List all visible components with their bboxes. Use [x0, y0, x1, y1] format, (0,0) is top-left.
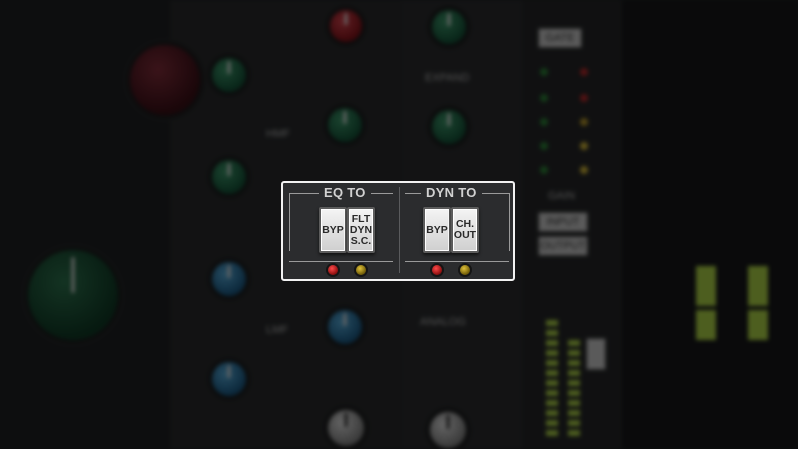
meter-segment — [546, 370, 558, 376]
meter-segment — [568, 410, 580, 416]
gate-button[interactable]: GATE — [538, 28, 582, 48]
meter-segment — [546, 410, 558, 416]
dyn-knob-green-2[interactable] — [432, 110, 466, 144]
eq-filter-dyn-sc-line-3: S.C. — [350, 234, 372, 247]
eq-knob-green-1[interactable] — [212, 58, 246, 92]
eq-knob-blue-2[interactable] — [212, 362, 246, 396]
meter-segment — [546, 340, 558, 346]
meter-segment — [568, 350, 580, 356]
meter-segment — [568, 390, 580, 396]
output-meter-block — [748, 310, 768, 340]
eq-group-bracket — [289, 193, 290, 251]
meter-segment — [568, 380, 580, 386]
dyn-ch-out-button[interactable]: CH. OUT — [451, 207, 479, 253]
eq-knob-grey[interactable] — [328, 410, 364, 446]
dyn-knob-grey[interactable] — [430, 412, 466, 448]
dyn-knob-green-1[interactable] — [432, 10, 466, 44]
dyn-group-bottom — [405, 261, 509, 262]
eq-knob-red[interactable] — [330, 10, 362, 42]
meter-segment — [546, 330, 558, 336]
dyn-ch-out-led — [460, 265, 470, 275]
dyn-group-bracket — [509, 193, 510, 251]
meter-segment — [568, 400, 580, 406]
group-divider — [399, 187, 400, 273]
eq-filter-dyn-sc-line-1: FLT — [351, 212, 371, 225]
fader-handle[interactable] — [586, 338, 606, 370]
meter-segment — [546, 320, 558, 326]
output-meter-block — [696, 310, 716, 340]
routing-panel: EQ TO BYP FLT DYN S.C. DYN TO BYP CH. OU… — [281, 181, 515, 281]
indicator-led-green — [540, 118, 548, 126]
meter-segment — [546, 420, 558, 426]
indicator-led-green — [540, 142, 548, 150]
meter-segment — [546, 380, 558, 386]
expand-label: EXPAND — [425, 72, 470, 84]
eq-knob-blue-1[interactable] — [212, 262, 246, 296]
indicator-led-red — [580, 68, 588, 76]
indicator-led-yellow — [580, 166, 588, 174]
indicator-led-yellow — [580, 142, 588, 150]
indicator-led-red — [580, 94, 588, 102]
large-knob-maroon[interactable] — [130, 45, 200, 115]
meter-segment — [546, 350, 558, 356]
meter-segment — [546, 390, 558, 396]
dyn-ch-out-line-2: OUT — [453, 229, 477, 241]
gain-label: GAIN — [548, 190, 575, 202]
large-knob-green[interactable] — [28, 250, 118, 340]
input-button[interactable]: INPUT — [538, 212, 588, 232]
meter-segment — [568, 340, 580, 346]
meter-segment — [546, 430, 558, 436]
meter-segment — [568, 370, 580, 376]
eq-knob-green-3[interactable] — [328, 108, 362, 142]
indicator-led-green — [540, 68, 548, 76]
eq-filter-dyn-sc-button[interactable]: FLT DYN S.C. — [347, 207, 375, 253]
output-meter-block — [748, 266, 768, 306]
meter-segment — [546, 360, 558, 366]
meter-segment — [568, 360, 580, 366]
right-strip — [622, 0, 798, 449]
output-meter-block — [696, 266, 716, 306]
eq-knob-blue-3[interactable] — [328, 310, 362, 344]
eq-filter-led — [356, 265, 366, 275]
analog-label: ANALOG — [420, 316, 466, 328]
dyn-bypass-led — [432, 265, 442, 275]
eq-bypass-led — [328, 265, 338, 275]
meter-segment — [568, 430, 580, 436]
dyn-to-title: DYN TO — [421, 185, 482, 201]
meter-segment — [568, 420, 580, 426]
eq-filter-dyn-sc-line-2: DYN — [349, 223, 373, 236]
output-button[interactable]: OUTPUT — [538, 236, 588, 256]
indicator-led-green — [540, 94, 548, 102]
eq-knob-green-2[interactable] — [212, 160, 246, 194]
indicator-led-yellow — [580, 118, 588, 126]
eq-to-title: EQ TO — [319, 185, 371, 201]
lmf-label: LMF — [266, 324, 288, 336]
eq-group-bottom — [289, 261, 393, 262]
dyn-bypass-button[interactable]: BYP — [423, 207, 451, 253]
indicator-led-green — [540, 166, 548, 174]
eq-bypass-button[interactable]: BYP — [319, 207, 347, 253]
meter-segment — [546, 400, 558, 406]
hmf-label: HMF — [266, 128, 290, 140]
